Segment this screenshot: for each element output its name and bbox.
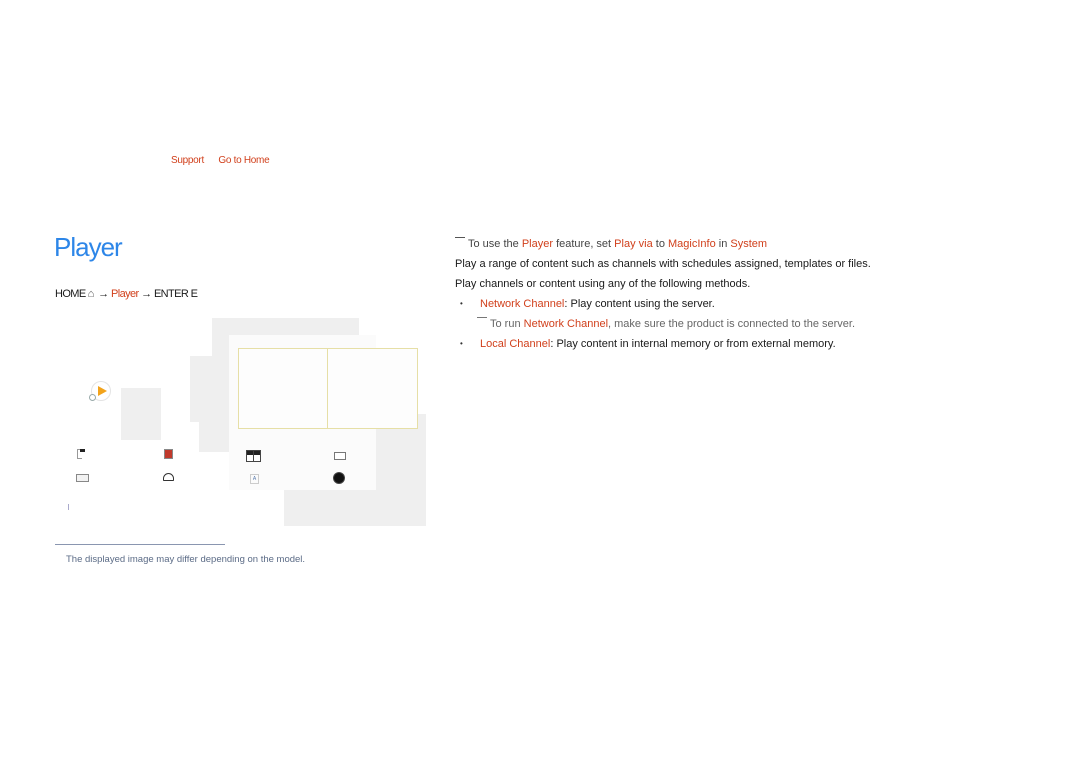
text-icon: A bbox=[250, 474, 259, 484]
keyword-system: System bbox=[730, 238, 768, 250]
note: To use the Player feature, set Play via … bbox=[455, 234, 975, 254]
list-item: Network Channel: Play content using the … bbox=[455, 294, 975, 314]
flag-icon bbox=[77, 449, 85, 459]
gear-icon bbox=[334, 473, 344, 483]
note-dash bbox=[477, 317, 487, 318]
go-to-home-link[interactable]: Go to Home bbox=[218, 155, 269, 166]
home-icon: ⌂ bbox=[87, 288, 95, 300]
headset-icon bbox=[163, 473, 174, 481]
path-arrow: → bbox=[98, 288, 109, 300]
page-title: Player bbox=[54, 232, 123, 262]
footnote-divider bbox=[55, 544, 225, 545]
menu-path: HOME ⌂ → Player → ENTER E bbox=[55, 288, 198, 300]
local-channel-term: Local Channel bbox=[480, 338, 551, 350]
path-arrow: → bbox=[141, 288, 152, 300]
support-link[interactable]: Support bbox=[171, 155, 204, 166]
grid-icon bbox=[246, 450, 261, 462]
monitor-icon bbox=[76, 474, 89, 482]
keyword-player: Player bbox=[521, 238, 554, 250]
bg-block bbox=[121, 388, 161, 440]
content-panel bbox=[238, 348, 418, 429]
lock-icon bbox=[164, 449, 173, 459]
path-player: Player bbox=[111, 288, 139, 300]
list-item: Local Channel: Play content in internal … bbox=[455, 334, 975, 354]
top-nav: Support Go to Home bbox=[171, 155, 281, 166]
note-dash bbox=[455, 237, 465, 238]
play-icon bbox=[89, 381, 111, 401]
keyword-network-channel: Network Channel bbox=[523, 318, 609, 330]
marker bbox=[68, 504, 69, 510]
footnote: The displayed image may differ depending… bbox=[66, 554, 306, 565]
path-home: HOME bbox=[55, 288, 86, 300]
player-screen-illustration: A bbox=[55, 318, 430, 530]
display-icon bbox=[334, 452, 346, 460]
network-channel-term: Network Channel bbox=[480, 298, 565, 310]
intro-text: Play channels or content using any of th… bbox=[455, 278, 751, 290]
subnote: To run Network Channel, make sure the pr… bbox=[455, 314, 975, 334]
keyword-magicinfo: MagicInfo bbox=[668, 238, 716, 250]
path-enter: ENTER E bbox=[153, 288, 198, 300]
keyword-play-via: Play via bbox=[614, 238, 653, 250]
intro-text: Play a range of content such as channels… bbox=[455, 258, 871, 270]
description: To use the Player feature, set Play via … bbox=[455, 234, 975, 354]
